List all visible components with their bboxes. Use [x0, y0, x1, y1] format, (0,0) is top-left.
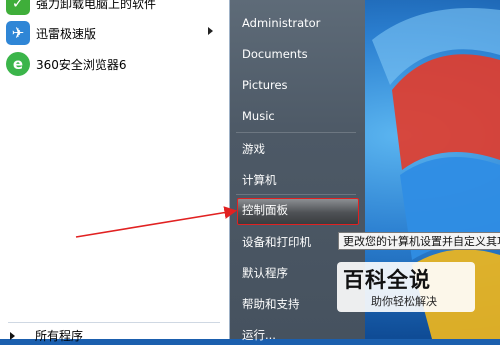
watermark-logo: 百科全说 助你轻松解决	[337, 262, 475, 312]
watermark-subtitle: 助你轻松解决	[371, 295, 437, 308]
watermark-title: 百科全说	[343, 268, 431, 292]
tooltip: 更改您的计算机设置并自定义其功能	[338, 232, 500, 250]
